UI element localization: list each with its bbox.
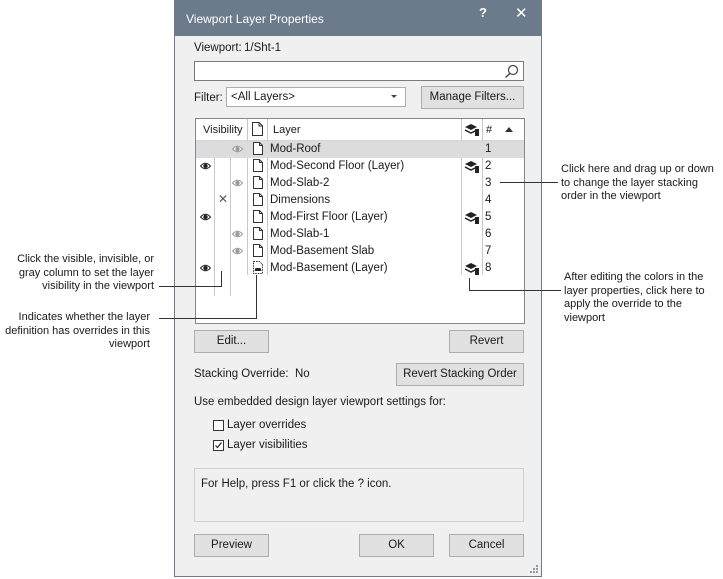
stacking-override-icon[interactable]: [464, 160, 480, 176]
viewport-value: 1/Sht-1: [244, 42, 282, 54]
column-header-layer[interactable]: Layer: [273, 124, 301, 136]
override-car-icon: [253, 261, 263, 274]
layer-row[interactable]: Mod-First Floor (Layer) 5: [196, 209, 524, 226]
stacking-order-number[interactable]: 7: [485, 245, 491, 257]
document-icon: [253, 142, 263, 155]
viewport-label: Viewport:: [194, 42, 242, 54]
layer-name: Mod-Roof: [270, 143, 321, 155]
resize-grip-icon[interactable]: [529, 564, 539, 574]
stacking-order-number[interactable]: 5: [485, 211, 491, 223]
filter-select[interactable]: <All Layers>: [226, 87, 406, 107]
callout-line: [221, 271, 222, 287]
revert-stacking-order-button[interactable]: Revert Stacking Order: [396, 363, 524, 386]
preview-button[interactable]: Preview: [194, 534, 269, 557]
embedded-settings-label: Use embedded design layer viewport setti…: [194, 396, 446, 408]
layer-name: Mod-Basement (Layer): [270, 262, 388, 274]
help-text-box: For Help, press F1 or click the ? icon.: [194, 468, 524, 522]
stacking-override-value: No: [295, 368, 310, 380]
layer-row[interactable]: ✕ Dimensions 4: [196, 192, 524, 209]
edit-button[interactable]: Edit...: [194, 330, 269, 353]
stacking-override-icon[interactable]: [464, 262, 480, 278]
ok-button[interactable]: OK: [359, 534, 434, 557]
stacking-order-number[interactable]: 6: [485, 228, 491, 240]
document-icon: [253, 176, 263, 189]
gray-eye-icon[interactable]: [231, 229, 244, 241]
list-header: Visibility Layer #: [196, 119, 524, 141]
stacking-order-number[interactable]: 4: [485, 194, 491, 206]
layer-list[interactable]: Visibility Layer # Mod-Roof 1 Mod-Second F…: [195, 118, 525, 324]
cancel-button[interactable]: Cancel: [449, 534, 524, 557]
layer-row[interactable]: Mod-Basement (Layer) 8: [196, 260, 524, 277]
filter-selected-value: <All Layers>: [231, 91, 295, 103]
close-icon[interactable]: ✕: [515, 4, 528, 22]
search-input[interactable]: [194, 61, 524, 81]
gray-eye-icon[interactable]: [231, 246, 244, 258]
document-header-icon: [252, 122, 263, 136]
layer-overrides-checkbox[interactable]: [213, 420, 224, 431]
layer-row[interactable]: Mod-Second Floor (Layer) 2: [196, 158, 524, 175]
search-icon[interactable]: [504, 64, 519, 79]
gray-eye-icon[interactable]: [231, 178, 244, 190]
visible-eye-icon[interactable]: [199, 161, 212, 173]
document-icon: [253, 193, 263, 206]
layer-row[interactable]: Mod-Basement Slab 7: [196, 243, 524, 260]
column-header-visibility[interactable]: Visibility: [203, 124, 243, 136]
layer-row[interactable]: Mod-Roof 1: [196, 141, 524, 158]
column-header-number[interactable]: #: [486, 124, 492, 136]
callout-line: [159, 286, 221, 287]
document-icon: [253, 210, 263, 223]
document-icon: [253, 244, 263, 257]
layer-visibilities-checkbox[interactable]: [213, 440, 224, 451]
annotation-stacking-order: Click here and drag up or down to change…: [561, 163, 714, 202]
layer-overrides-label[interactable]: Layer overrides: [227, 419, 306, 431]
visible-eye-icon[interactable]: [199, 212, 212, 224]
document-icon: [253, 227, 263, 240]
stacking-override-header-icon: [464, 124, 479, 136]
chevron-down-icon: [391, 95, 397, 98]
stacking-override-label: Stacking Override:: [194, 368, 289, 380]
visible-eye-icon[interactable]: [199, 263, 212, 275]
layer-name: Mod-Basement Slab: [270, 245, 375, 257]
layer-row[interactable]: Mod-Slab-2 3: [196, 175, 524, 192]
viewport-layer-properties-dialog: Viewport Layer Properties ? ✕ Viewport: …: [174, 0, 542, 577]
dialog-title: Viewport Layer Properties: [186, 12, 324, 26]
layer-name: Dimensions: [270, 194, 331, 206]
callout-line: [469, 290, 561, 291]
document-icon: [253, 159, 263, 172]
sort-ascending-icon[interactable]: [505, 127, 513, 132]
checkmark-icon: [215, 442, 222, 449]
layer-row[interactable]: Mod-Slab-1 6: [196, 226, 524, 243]
stacking-order-number[interactable]: 8: [485, 262, 491, 274]
help-icon[interactable]: ?: [479, 5, 487, 20]
manage-filters-button[interactable]: Manage Filters...: [421, 86, 524, 109]
callout-line: [159, 318, 256, 319]
layer-visibilities-label[interactable]: Layer visibilities: [227, 439, 308, 451]
invisible-x-icon[interactable]: ✕: [218, 192, 228, 206]
stacking-order-number[interactable]: 1: [485, 143, 491, 155]
callout-line: [469, 278, 470, 291]
layer-name: Mod-Second Floor (Layer): [270, 160, 405, 172]
annotation-apply-override: After editing the colors in the layer pr…: [564, 271, 705, 324]
callout-line: [500, 182, 558, 183]
revert-button[interactable]: Revert: [449, 330, 524, 353]
layer-name: Mod-Slab-2: [270, 177, 330, 189]
stacking-order-number[interactable]: 3: [485, 177, 491, 189]
gray-eye-icon[interactable]: [231, 144, 244, 156]
annotation-visibility: Click the visible, invisible, or gray co…: [17, 253, 154, 292]
layer-name: Mod-Slab-1: [270, 228, 330, 240]
stacking-override-icon[interactable]: [464, 211, 480, 227]
filter-label: Filter:: [194, 92, 223, 104]
callout-line: [256, 275, 257, 319]
help-text: For Help, press F1 or click the ? icon.: [201, 478, 392, 490]
title-bar[interactable]: Viewport Layer Properties ? ✕: [175, 1, 541, 36]
annotation-overrides: Indicates whether the layer definition h…: [5, 311, 150, 350]
stacking-order-number[interactable]: 2: [485, 160, 491, 172]
layer-name: Mod-First Floor (Layer): [270, 211, 388, 223]
